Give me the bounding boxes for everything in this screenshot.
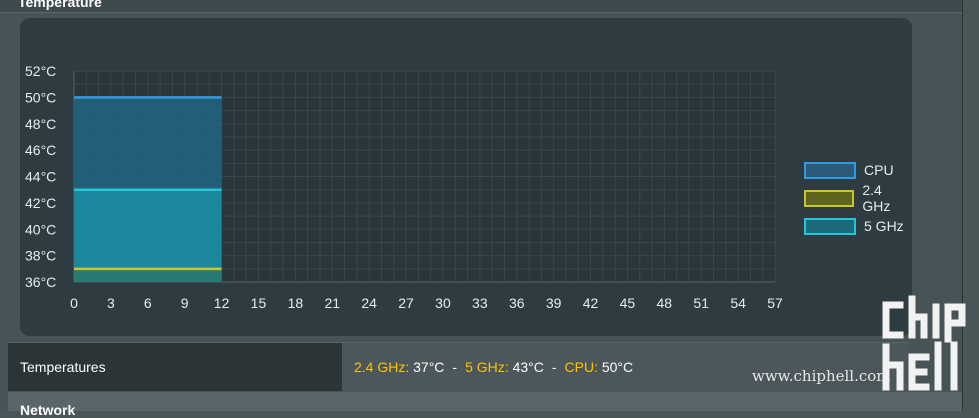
x-tick-label: 57 [767, 295, 783, 311]
legend-item-cpu[interactable]: CPU [804, 156, 912, 184]
y-tick-label: 50°C [25, 89, 56, 105]
x-tick-label: 51 [693, 295, 709, 311]
x-tick-label: 0 [70, 295, 78, 311]
y-tick-label: 42°C [25, 195, 56, 211]
x-tick-label: 33 [472, 295, 488, 311]
legend-swatch-cpu [804, 161, 856, 179]
watermark-url: www.chiphell.com [752, 367, 891, 385]
temperature-panel: Temperature 52°C 50°C 48°C 46°C 44°C 42°C 40°C… [0, 0, 963, 418]
legend-label-cpu: CPU [864, 162, 894, 178]
ghz24-key: 2.4 GHz: [354, 359, 410, 375]
x-tick-label: 48 [657, 295, 673, 311]
y-tick-label: 48°C [25, 116, 56, 132]
x-tick-label: 9 [181, 295, 189, 311]
x-tick-label: 54 [730, 295, 746, 311]
cpu-value: 50°C [601, 359, 634, 375]
x-tick-label: 3 [107, 295, 115, 311]
x-tick-label: 39 [546, 295, 562, 311]
x-tick-label: 21 [324, 295, 340, 311]
x-tick-label: 42 [583, 295, 599, 311]
temperature-chart: 52°C 50°C 48°C 46°C 44°C 42°C 40°C 38°C 36°C 0 3 6 9… [20, 18, 912, 336]
separator: - [452, 359, 458, 375]
x-tick-label: 45 [620, 295, 636, 311]
chart-svg: 52°C50°C48°C46°C44°C42°C40°C38°C36°C0 3 6 9… [25, 63, 783, 311]
x-tick-label: 27 [398, 295, 414, 311]
ghz5-key: 5 GHz: [465, 359, 509, 375]
x-tick-label: 30 [435, 295, 451, 311]
network-section-header: Network [8, 392, 962, 418]
ghz24-value: 37°C [413, 359, 445, 375]
network-title: Network [20, 402, 76, 418]
y-tick-label: 44°C [25, 169, 56, 185]
x-tick-label: 6 [144, 295, 152, 311]
x-tick-label: 36 [509, 295, 525, 311]
y-tick-label: 52°C [25, 63, 56, 79]
legend-label-24ghz: 2.4 GHz [862, 182, 891, 214]
y-tick-label: 40°C [25, 221, 56, 237]
legend-swatch-24ghz [804, 189, 855, 207]
watermark-logo-icon [882, 295, 966, 391]
x-tick-label: 15 [251, 295, 267, 311]
legend-label-5ghz: 5 GHz [864, 218, 904, 234]
x-tick-label: 24 [361, 295, 377, 311]
y-tick-label: 36°C [25, 274, 56, 290]
legend-item-5ghz[interactable]: 5 GHz [804, 212, 912, 240]
x-tick-label: 12 [214, 295, 230, 311]
separator: - [551, 359, 557, 375]
y-tick-label: 38°C [25, 248, 56, 264]
section-header: Temperature [0, 0, 962, 13]
ghz5-value: 43°C [512, 359, 544, 375]
legend-item-24ghz[interactable]: 2.4 GHz [804, 182, 912, 214]
temperatures-label: Temperatures [8, 343, 342, 391]
chart-legend: CPU 2.4 GHz 5 GHz [804, 156, 912, 240]
legend-swatch-5ghz [804, 217, 856, 235]
section-title: Temperature [18, 0, 102, 10]
y-tick-label: 46°C [25, 142, 56, 158]
cpu-key: CPU: [564, 359, 598, 375]
area-2-4-ghz [74, 268, 222, 282]
x-tick-label: 18 [288, 295, 304, 311]
